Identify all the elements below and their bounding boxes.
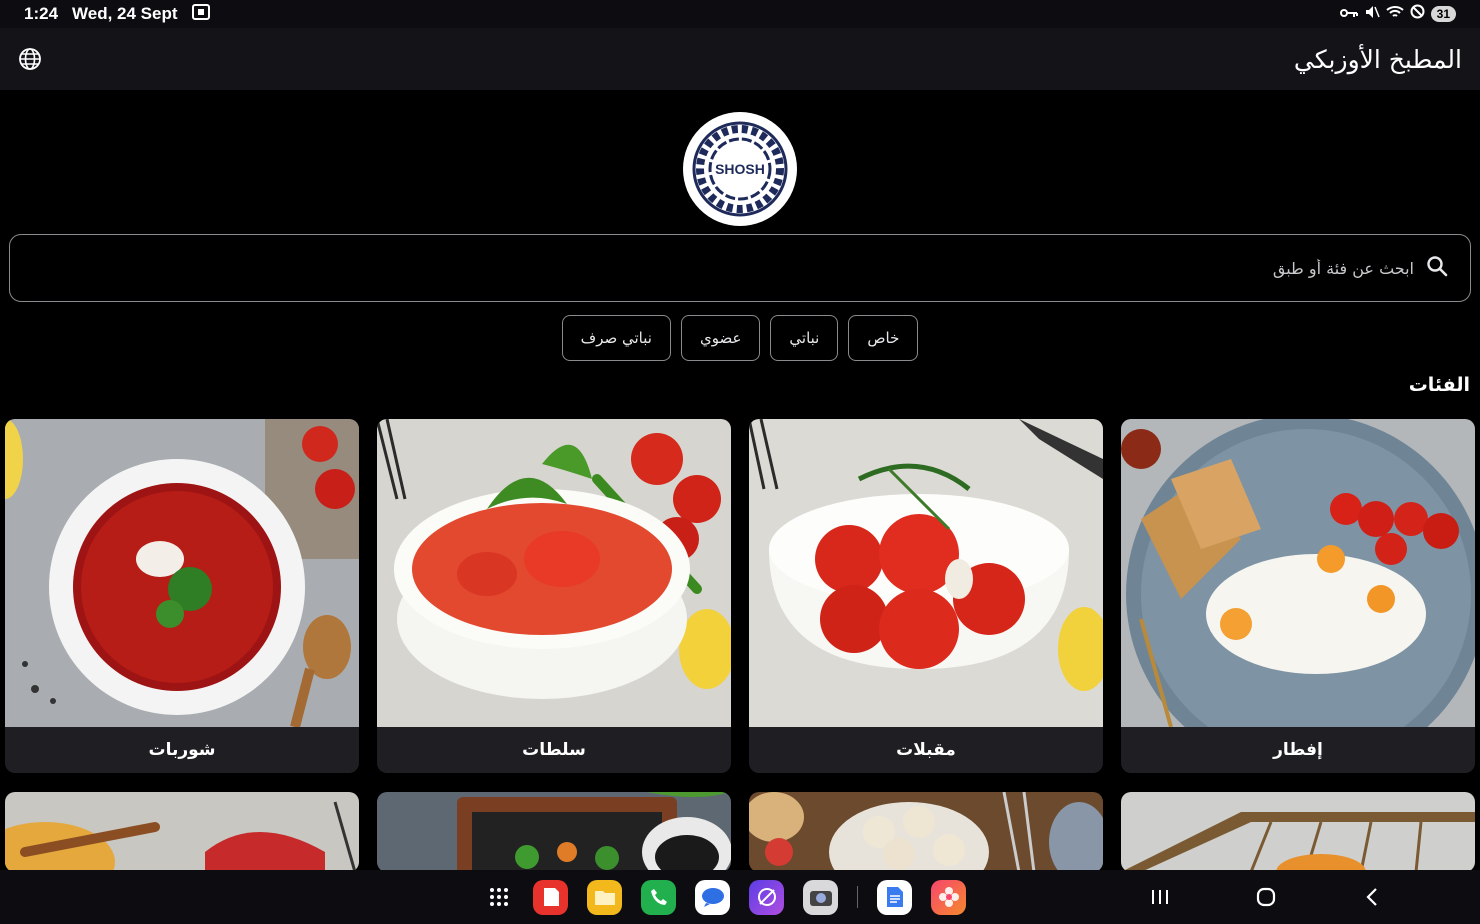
mute-icon [1364,4,1380,25]
status-bar: 1:24 Wed, 24 Sept 31 [0,0,1480,28]
notes-app-icon[interactable] [533,879,568,915]
search-icon[interactable] [1426,255,1448,281]
filter-chip-organic[interactable]: عضوي [680,315,761,361]
wifi-icon [1385,4,1404,24]
category-image [1121,419,1475,727]
category-image [377,792,731,872]
svg-text:SHOSH: SHOSH [715,161,765,177]
category-card-appetizers[interactable]: مقبلات [749,419,1103,773]
category-card-soups[interactable]: شوربات [5,419,359,773]
filter-chip-vegetarian[interactable]: نباتي [770,315,839,361]
category-image [1121,792,1475,872]
recent-apps-button[interactable] [1140,870,1180,924]
back-button[interactable] [1352,870,1392,924]
category-label: مقبلات [896,740,956,760]
gallery-app-icon[interactable] [931,879,966,915]
key-icon [1339,4,1358,24]
dock-divider [857,886,858,908]
section-title: الفئات [1408,374,1470,396]
messages-app-icon[interactable] [695,879,730,915]
home-button[interactable] [1246,870,1286,924]
category-card-salads[interactable]: سلطات [377,419,731,773]
apps-grid-icon[interactable] [484,882,514,912]
phone-app-icon[interactable] [641,879,676,915]
category-image [377,419,731,727]
camera-app-icon[interactable] [803,879,838,915]
docs-app-icon[interactable] [877,879,912,915]
status-date: Wed, 24 Sept [72,4,178,23]
category-image [5,419,359,727]
filter-chip-special[interactable]: خاص [848,315,919,361]
category-image [5,792,359,872]
dnd-icon [1410,4,1425,24]
filter-chip-vegan[interactable]: نباتي صرف [561,315,671,361]
category-card-baked-goods[interactable] [1121,792,1475,872]
restaurant-logo: SHOSH [683,112,797,226]
screenshot-icon [191,3,210,25]
browser-app-icon[interactable] [749,879,784,915]
category-label: إفطار [1273,740,1323,760]
category-card-main-dishes[interactable] [749,792,1103,872]
category-card-breakfast[interactable]: إفطار [1121,419,1475,773]
status-time: 1:24 [24,4,59,23]
app-bar: المطبخ الأوزبكي [0,28,1480,90]
category-card-desserts[interactable] [5,792,359,872]
category-label: سلطات [522,740,586,760]
battery-indicator: 31 [1430,6,1456,22]
category-label: شوربات [148,740,216,760]
globe-icon[interactable] [18,47,42,71]
search-bar[interactable] [9,234,1471,302]
system-nav-bar [0,870,1480,924]
files-app-icon[interactable] [587,879,622,915]
search-input[interactable] [32,258,1414,278]
category-card-sides[interactable] [377,792,731,872]
app-title: المطبخ الأوزبكي [1293,44,1462,74]
app-dock [484,870,966,924]
category-image [749,792,1103,872]
filter-chips: خاص نباتي عضوي نباتي صرف [0,315,1480,361]
category-image [749,419,1103,727]
